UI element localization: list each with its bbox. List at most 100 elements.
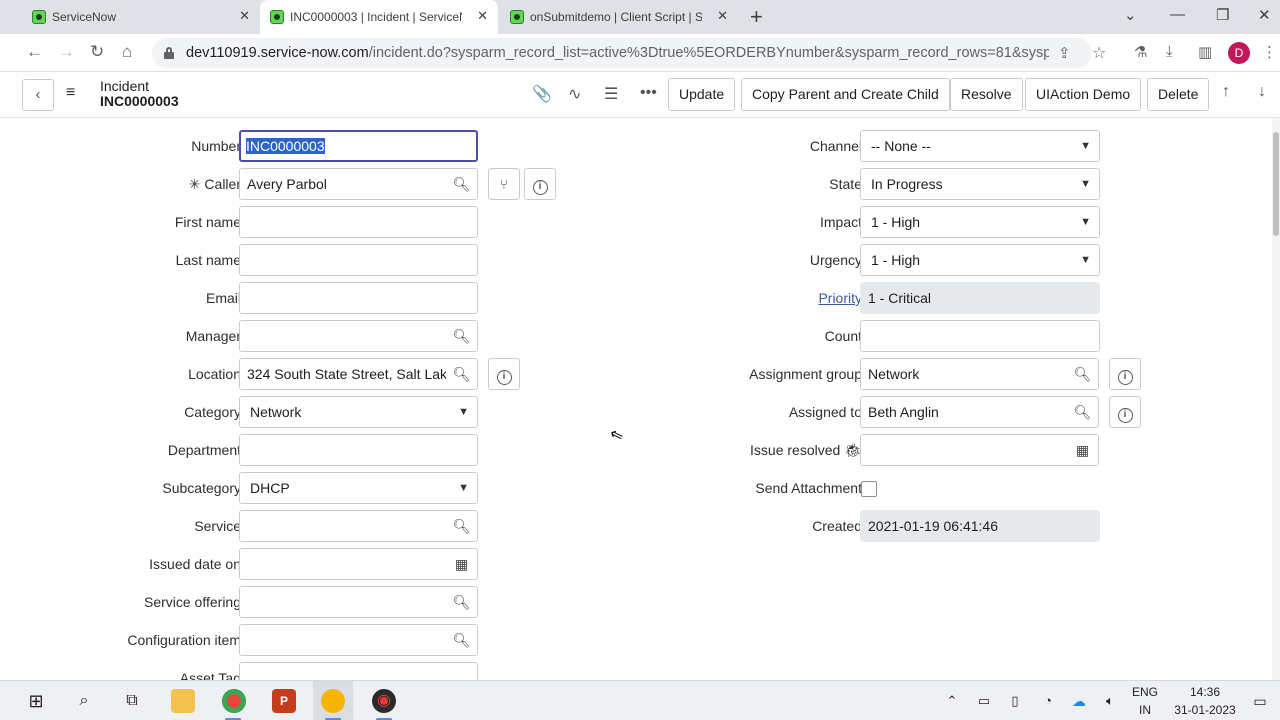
- first-name-field[interactable]: [239, 206, 478, 238]
- channel-select[interactable]: -- None -- ▼: [860, 130, 1100, 162]
- lock-icon: [164, 47, 174, 59]
- next-record-arrow-icon[interactable]: ↓: [1258, 83, 1266, 101]
- manager-search-icon[interactable]: 🔍︎: [446, 320, 478, 352]
- share-icon[interactable]: ⇪: [1058, 44, 1071, 62]
- close-tab-icon[interactable]: ✕: [239, 8, 250, 24]
- downloads-icon[interactable]: ⤓: [1166, 43, 1173, 60]
- file-explorer-icon[interactable]: [171, 689, 195, 713]
- labs-flask-icon[interactable]: ⚗: [1134, 43, 1147, 61]
- caller-dependency-icon[interactable]: ⑂: [488, 168, 520, 200]
- uiaction-demo-button[interactable]: UIAction Demo: [1025, 78, 1142, 111]
- resolve-button[interactable]: Resolve: [950, 78, 1023, 111]
- last-name-field[interactable]: [239, 244, 478, 276]
- close-window-icon[interactable]: ✕: [1258, 6, 1271, 24]
- attachment-paperclip-icon[interactable]: 📎: [532, 84, 552, 104]
- issue-resolved-field[interactable]: [860, 434, 1068, 466]
- previous-record-arrow-icon[interactable]: ↑: [1222, 83, 1230, 101]
- new-tab-icon[interactable]: +: [750, 4, 763, 30]
- reload-icon[interactable]: ↻: [90, 42, 104, 62]
- wifi-icon[interactable]: ◔: [1036, 689, 1060, 713]
- count-field[interactable]: [860, 320, 1100, 352]
- clock-date[interactable]: 31-01-2023: [1170, 703, 1240, 717]
- calendar-icon[interactable]: ▦: [446, 548, 478, 580]
- obs-recorder-icon[interactable]: ◉: [372, 689, 396, 713]
- minimize-icon[interactable]: —: [1170, 6, 1185, 23]
- urgency-select[interactable]: 1 - High ▼: [860, 244, 1100, 276]
- home-icon[interactable]: ⌂: [122, 42, 132, 62]
- email-field[interactable]: [239, 282, 478, 314]
- side-panel-icon[interactable]: ▥: [1198, 43, 1212, 61]
- search-icon[interactable]: ⌕: [72, 689, 96, 713]
- send-attachment-checkbox[interactable]: [861, 481, 877, 497]
- assignment-group-search-icon[interactable]: 🔍︎: [1067, 358, 1099, 390]
- service-search-icon[interactable]: 🔍︎: [446, 510, 478, 542]
- clock-time[interactable]: 14:36: [1170, 685, 1240, 699]
- powerpoint-icon[interactable]: P: [272, 689, 296, 713]
- browser-tab-incident[interactable]: INC0000003 | Incident | ServiceNow ✕: [260, 0, 498, 34]
- show-hidden-icons-chevron-icon[interactable]: ⌃: [940, 689, 964, 713]
- location-field[interactable]: 324 South State Street, Salt Lak: [239, 358, 447, 390]
- assigned-to-field[interactable]: Beth Anglin: [860, 396, 1068, 428]
- caller-field[interactable]: Avery Parbol: [239, 168, 447, 200]
- location-info-icon[interactable]: i: [488, 358, 520, 390]
- department-field[interactable]: [239, 434, 478, 466]
- asset-tag-field[interactable]: [239, 662, 478, 680]
- address-bar[interactable]: dev110919.service-now.com /incident.do?s…: [152, 38, 1106, 68]
- windows-start-icon[interactable]: ⊞: [24, 689, 48, 713]
- channel-label: Channel: [809, 138, 862, 154]
- close-tab-icon[interactable]: ✕: [717, 8, 728, 24]
- priority-label-link[interactable]: Priority: [818, 290, 862, 306]
- task-view-icon[interactable]: ⧉: [120, 689, 144, 713]
- impact-select[interactable]: 1 - High ▼: [860, 206, 1100, 238]
- issued-date-on-field[interactable]: [239, 548, 447, 580]
- service-field[interactable]: [239, 510, 447, 542]
- configuration-item-field[interactable]: [239, 624, 447, 656]
- restore-icon[interactable]: ❐: [1216, 6, 1229, 24]
- usb-device-icon[interactable]: ▯: [1003, 689, 1027, 713]
- last-name-label: Last name: [175, 252, 241, 268]
- copy-parent-create-child-button[interactable]: Copy Parent and Create Child: [741, 78, 950, 111]
- tab-search-chevron-icon[interactable]: ⌄: [1124, 6, 1137, 24]
- more-options-icon[interactable]: •••: [640, 84, 657, 102]
- region-indicator[interactable]: IN: [1128, 703, 1162, 717]
- chrome-icon[interactable]: [222, 689, 246, 713]
- number-field[interactable]: INC0000003: [239, 130, 478, 162]
- category-select[interactable]: Network ▼: [239, 396, 478, 428]
- assignment-group-field[interactable]: Network: [860, 358, 1068, 390]
- close-tab-icon[interactable]: ✕: [477, 8, 488, 24]
- assignment-group-info-icon[interactable]: i: [1109, 358, 1141, 390]
- back-button[interactable]: ‹: [22, 79, 54, 111]
- caller-search-icon[interactable]: 🔍︎: [446, 168, 478, 200]
- browser-menu-icon[interactable]: ⋮: [1262, 43, 1277, 61]
- context-menu-icon[interactable]: ≡: [66, 84, 75, 102]
- service-offering-field[interactable]: [239, 586, 447, 618]
- assigned-to-search-icon[interactable]: 🔍︎: [1067, 396, 1099, 428]
- manager-field[interactable]: [239, 320, 447, 352]
- form-scrollbar-thumb[interactable]: [1273, 132, 1279, 236]
- delete-button[interactable]: Delete: [1147, 78, 1210, 111]
- browser-tab-client-script[interactable]: onSubmitdemo | Client Script | ServiceNo…: [500, 0, 738, 34]
- onedrive-cloud-icon[interactable]: ☁: [1067, 689, 1091, 713]
- location-search-icon[interactable]: 🔍︎: [446, 358, 478, 390]
- language-indicator[interactable]: ENG: [1128, 685, 1162, 699]
- browser-tab-servicenow[interactable]: ServiceNow ✕: [22, 0, 260, 34]
- service-offering-search-icon[interactable]: 🔍︎: [446, 586, 478, 618]
- chevron-down-icon: ▼: [458, 482, 469, 494]
- volume-icon[interactable]: 🔈︎: [1098, 689, 1122, 713]
- forward-icon[interactable]: →: [58, 42, 75, 62]
- battery-icon[interactable]: ▭: [972, 689, 996, 713]
- calendar-icon[interactable]: ▦: [1067, 434, 1099, 466]
- bookmark-star-icon[interactable]: ☆: [1092, 43, 1106, 63]
- configuration-item-search-icon[interactable]: 🔍︎: [446, 624, 478, 656]
- assigned-to-info-icon[interactable]: i: [1109, 396, 1141, 428]
- personalize-sliders-icon[interactable]: ☰: [604, 84, 618, 104]
- update-button[interactable]: Update: [668, 78, 736, 111]
- activity-pulse-icon[interactable]: ∿: [568, 84, 581, 104]
- subcategory-select[interactable]: DHCP ▼: [239, 472, 478, 504]
- state-select[interactable]: In Progress ▼: [860, 168, 1100, 200]
- profile-avatar[interactable]: D: [1228, 42, 1250, 64]
- chrome-canary-icon[interactable]: [321, 689, 345, 713]
- notification-center-icon[interactable]: ▭: [1248, 689, 1272, 713]
- caller-info-icon[interactable]: i: [524, 168, 556, 200]
- back-icon[interactable]: ←: [26, 42, 43, 62]
